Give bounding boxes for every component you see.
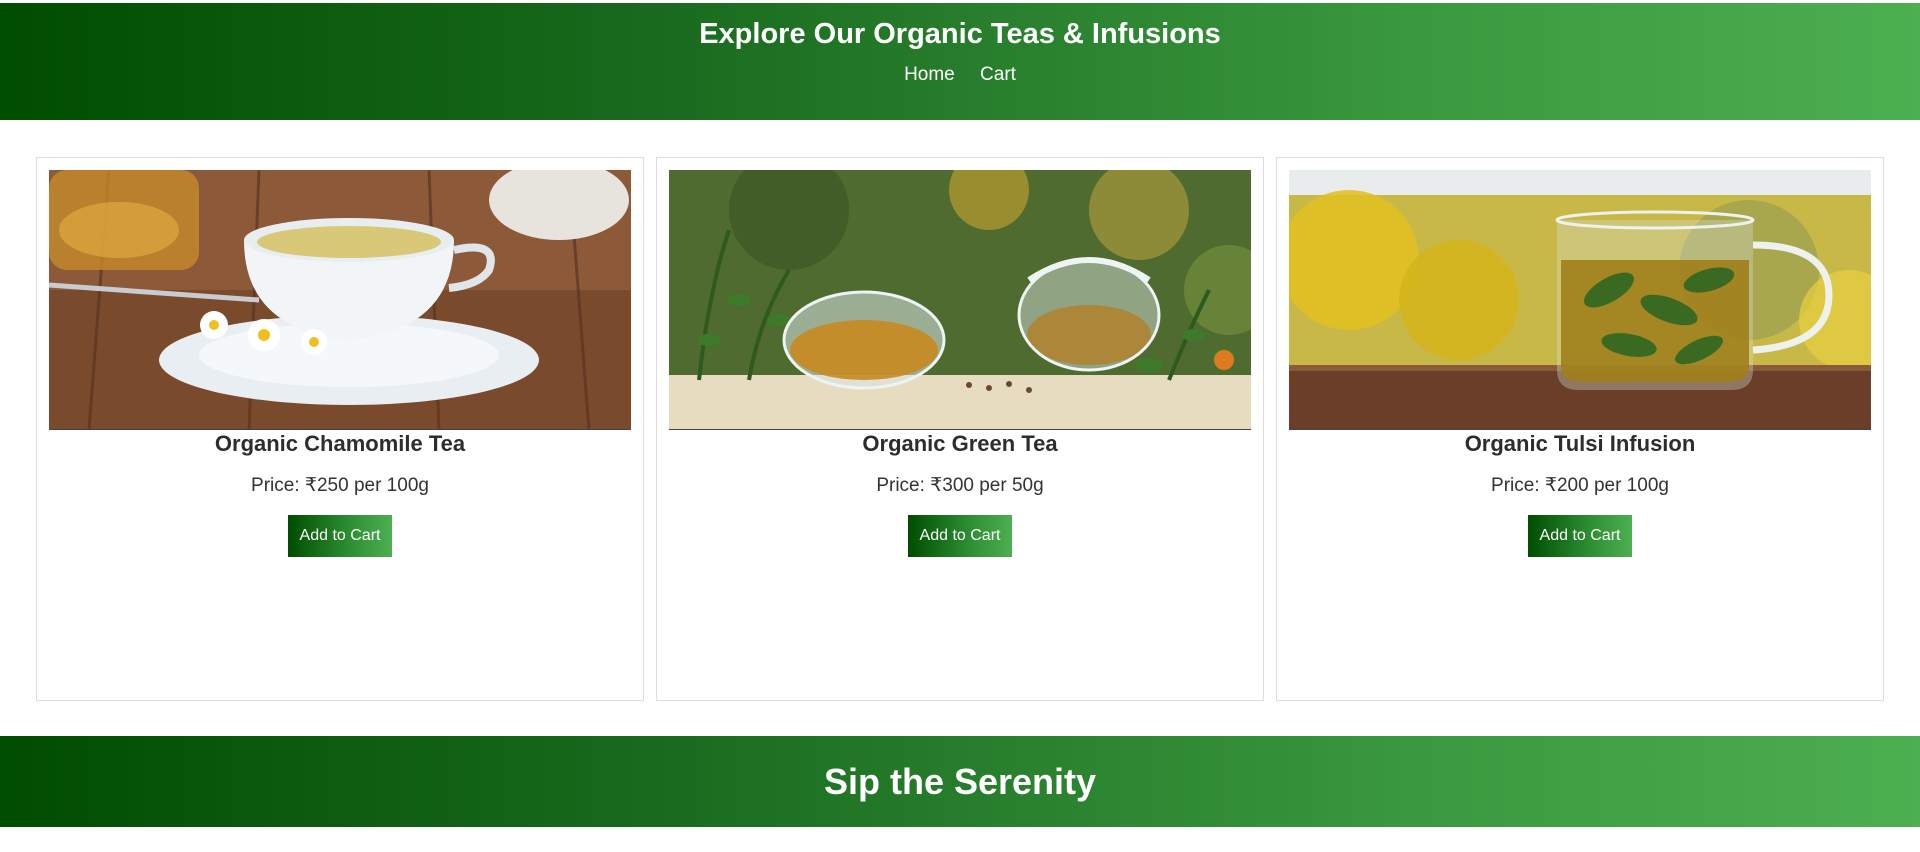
product-grid: Organic Chamomile Tea Price: ₹250 per 10… xyxy=(36,157,1884,701)
product-name: Organic Chamomile Tea xyxy=(214,431,466,456)
nav-home-link[interactable]: Home xyxy=(904,64,955,85)
add-to-cart-button[interactable]: Add to Cart xyxy=(1528,515,1632,557)
product-image-tulsi xyxy=(1289,170,1871,430)
product-price: Price: ₹200 per 100g xyxy=(1491,475,1669,496)
product-image-green-tea xyxy=(669,170,1251,430)
page-title: Explore Our Organic Teas & Infusions xyxy=(699,18,1221,50)
add-to-cart-button[interactable]: Add to Cart xyxy=(288,515,392,557)
site-footer: Sip the Serenity xyxy=(0,736,1920,827)
nav-cart-link[interactable]: Cart xyxy=(980,64,1016,85)
main-nav: Home Cart xyxy=(0,64,1920,86)
product-card-chamomile: Organic Chamomile Tea Price: ₹250 per 10… xyxy=(36,157,644,701)
site-header: Explore Our Organic Teas & Infusions Hom… xyxy=(0,3,1920,120)
product-name: Organic Green Tea xyxy=(862,431,1058,456)
footer-tagline: Sip the Serenity xyxy=(823,761,1097,802)
product-image-chamomile xyxy=(49,170,631,430)
add-to-cart-button[interactable]: Add to Cart xyxy=(908,515,1012,557)
product-price: Price: ₹250 per 100g xyxy=(251,475,429,496)
product-card-tulsi: Organic Tulsi Infusion Price: ₹200 per 1… xyxy=(1276,157,1884,701)
product-card-green-tea: Organic Green Tea Price: ₹300 per 50g Ad… xyxy=(656,157,1264,701)
product-price: Price: ₹300 per 50g xyxy=(876,475,1044,496)
product-name: Organic Tulsi Infusion xyxy=(1464,431,1696,456)
